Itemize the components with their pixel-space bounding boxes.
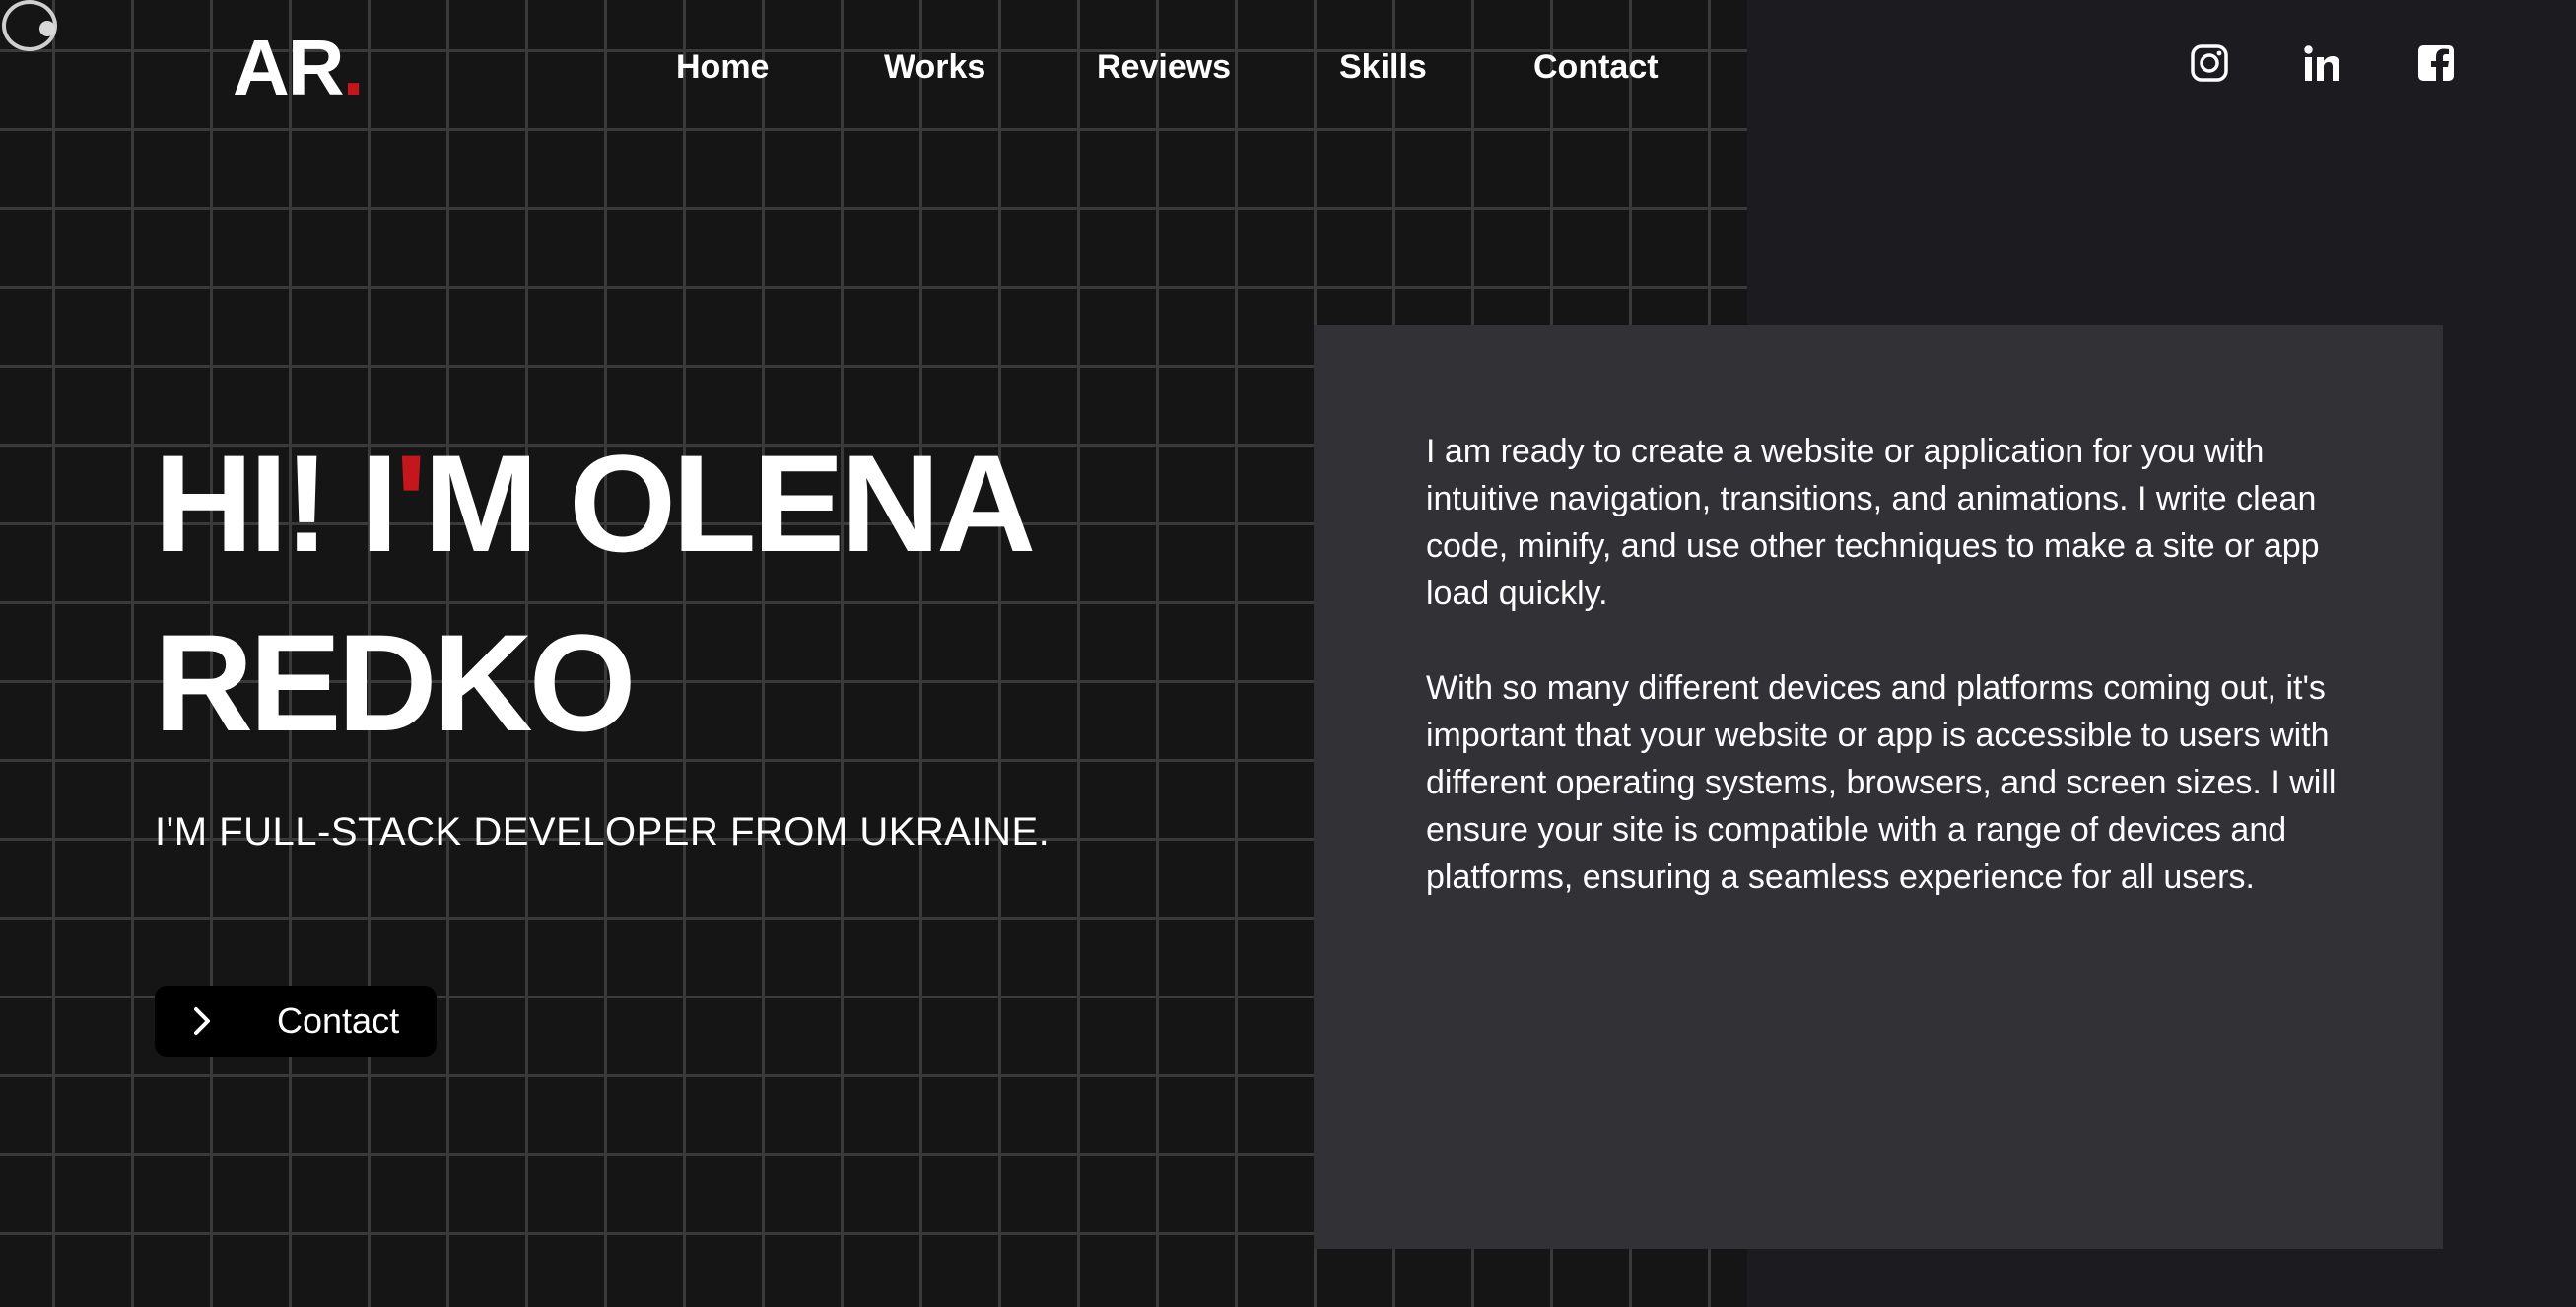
- hero-title-part1: HI! I: [154, 426, 398, 581]
- nav-home[interactable]: Home: [676, 43, 769, 91]
- nav-works[interactable]: Works: [884, 43, 985, 91]
- facebook-icon[interactable]: [2416, 43, 2456, 83]
- hero-title-line2: REDKO: [154, 605, 637, 760]
- linkedin-icon[interactable]: [2302, 43, 2341, 83]
- nav-reviews[interactable]: Reviews: [1097, 43, 1231, 91]
- nav-contact[interactable]: Contact: [1533, 43, 1659, 91]
- logo-text: AR: [233, 24, 345, 111]
- contact-button[interactable]: Contact: [155, 986, 437, 1057]
- about-paragraph-1: I am ready to create a website or applic…: [1426, 433, 2320, 612]
- logo-dot: .: [342, 24, 365, 111]
- nav-skills[interactable]: Skills: [1339, 43, 1427, 91]
- hero-title-apostrophe: ': [394, 426, 427, 581]
- about-paragraph-2: With so many different devices and platf…: [1426, 669, 2337, 896]
- hero-title: HI! I'M OLENA REDKO: [154, 414, 1238, 773]
- cursor-dot: [39, 21, 55, 36]
- about-text: I am ready to create a website or applic…: [1426, 428, 2342, 948]
- about-card: I am ready to create a website or applic…: [1314, 325, 2443, 1249]
- chevron-right-icon: [194, 1007, 210, 1035]
- logo[interactable]: AR.: [233, 24, 365, 112]
- contact-button-label: Contact: [277, 1000, 400, 1041]
- hero-subtitle: I'M FULL-STACK DEVELOPER FROM UKRAINE.: [155, 810, 1051, 854]
- cursor-indicator: [2, 0, 57, 51]
- instagram-icon[interactable]: [2190, 43, 2229, 83]
- hero-title-part2: M OLENA: [423, 426, 1037, 581]
